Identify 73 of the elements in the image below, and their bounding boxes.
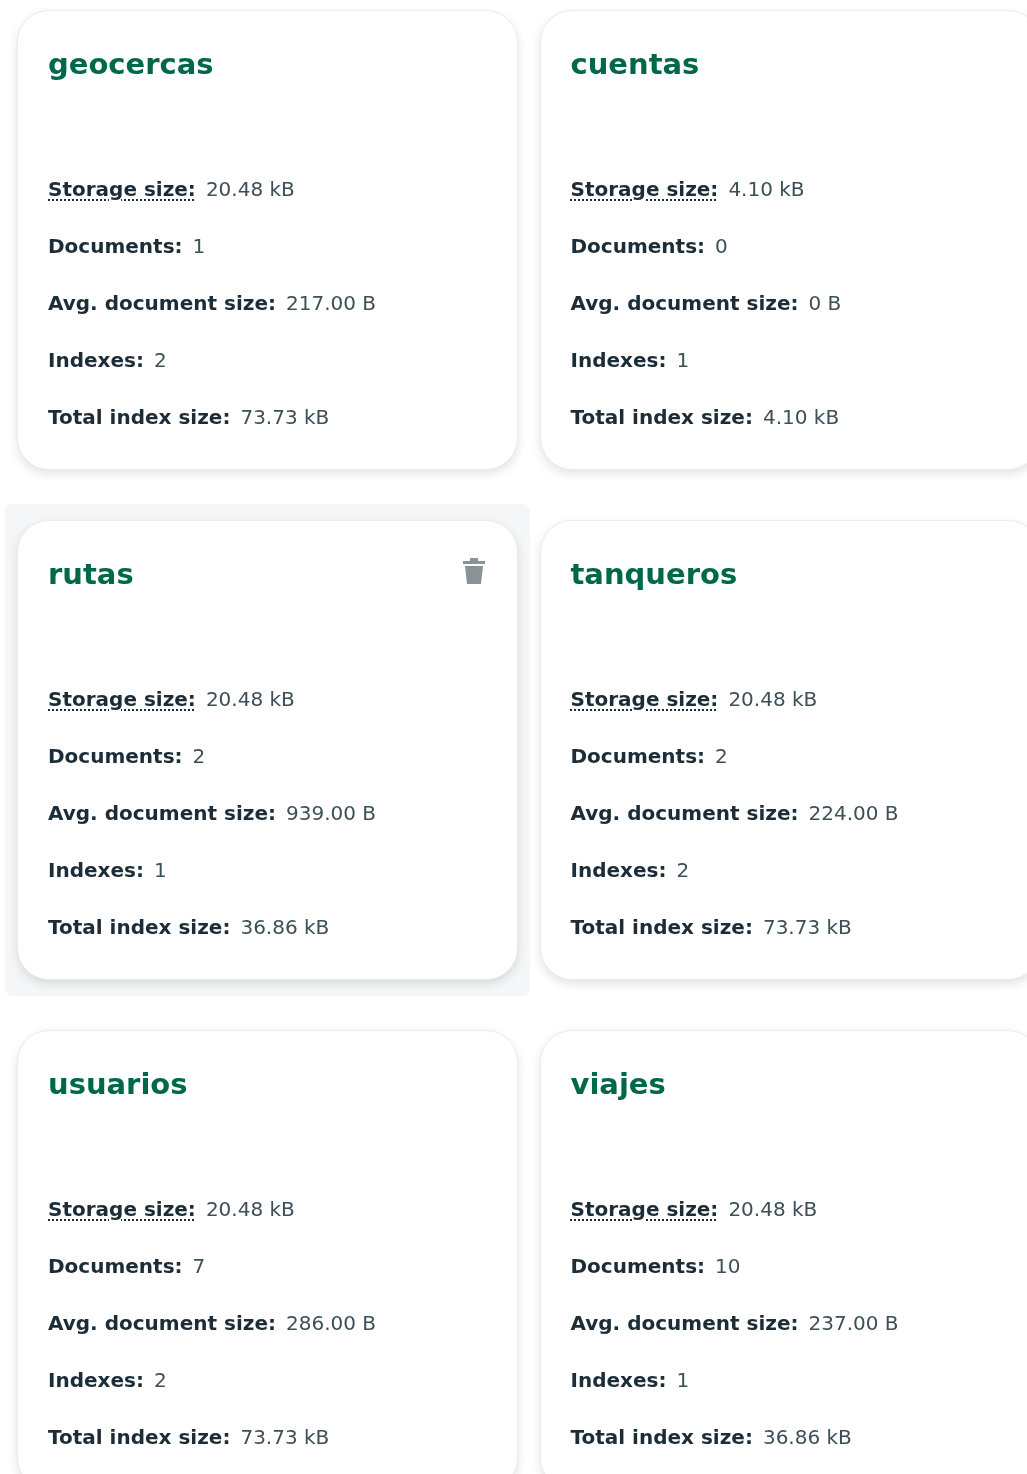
stat-value: 2 [192,743,206,768]
stat-value: 7 [192,1253,206,1278]
stat-value: 36.86 kB [762,1424,852,1449]
stat-value: 1 [153,857,167,882]
stat-label: Indexes: [48,857,144,882]
stat-label: Documents: [48,743,183,768]
stat-value: 1 [192,233,206,258]
stat-label: Total index size: [48,914,231,939]
stat-label: Documents: [48,233,183,258]
stat-value: 20.48 kB [205,176,295,201]
stat-label: Storage size: [570,1196,719,1221]
collection-name[interactable]: tanqueros [570,557,738,592]
stat-value: 0 B [808,290,842,315]
stat-label: Storage size: [48,686,196,711]
stat-label: Indexes: [48,1367,144,1392]
collection-name[interactable]: usuarios [48,1067,188,1102]
stat-value: 73.73 kB [762,914,852,939]
stat-label: Storage size: [570,176,719,201]
stat-label: Avg. document size: [570,290,799,315]
stat-label: Documents: [570,1253,706,1278]
stat-label: Indexes: [570,857,667,882]
stat-value: 20.48 kB [205,686,295,711]
stat-value: 4.10 kB [762,404,840,429]
stat-value: 286.00 B [285,1310,377,1335]
stat-value: 20.48 kB [205,1196,295,1221]
stat-value: 2 [153,347,167,372]
stat-label: Indexes: [48,347,144,372]
stat-label: Avg. document size: [48,800,276,825]
stat-value: 10 [715,1253,741,1278]
collection-name[interactable]: rutas [48,557,134,592]
stat-value: 20.48 kB [728,1196,818,1221]
collection-name[interactable]: geocercas [48,47,214,82]
stat-label: Avg. document size: [570,800,799,825]
trash-icon[interactable] [460,557,487,585]
collection-name[interactable]: cuentas [570,47,700,82]
collection-card[interactable]: viajes Storage size: 20.48 kB Documents: 10 Avg. document size: 237.00 B Indexes: 1 Total index size: 36.86 kB [539,1030,1027,1474]
stat-value: 224.00 B [808,800,899,825]
stat-value: 73.73 kB [240,1424,330,1449]
stat-label: Avg. document size: [48,1310,276,1335]
stat-label: Storage size: [48,1196,196,1221]
stat-label: Total index size: [48,1424,231,1449]
stat-value: 939.00 B [285,800,377,825]
stat-value: 2 [715,743,728,768]
stat-label: Total index size: [48,404,231,429]
stat-value: 2 [153,1367,167,1392]
stat-label: Total index size: [570,1424,753,1449]
collection-card[interactable]: geocercas Storage size: 20.48 kB Documents: 1 Avg. document size: 217.00 B Indexes: 2 Total index size: 73.73 kB [17,10,518,470]
stat-label: Avg. document size: [570,1310,799,1335]
stat-value: 4.10 kB [728,176,805,201]
stat-value: 1 [676,1367,690,1392]
stat-label: Documents: [570,233,706,258]
collection-card[interactable]: tanqueros Storage size: 20.48 kB Documents: 2 Avg. document size: 224.00 B Indexes: 2 Total index size: 73.73 kB [539,520,1027,980]
stat-label: Total index size: [570,404,753,429]
stat-label: Documents: [570,743,706,768]
stat-value: 36.86 kB [240,914,330,939]
stat-value: 20.48 kB [728,686,818,711]
stat-label: Storage size: [48,176,196,201]
stat-value: 73.73 kB [240,404,330,429]
stat-label: Total index size: [570,914,753,939]
collection-name[interactable]: viajes [570,1067,666,1102]
stat-label: Avg. document size: [48,290,276,315]
collection-card[interactable]: usuarios Storage size: 20.48 kB Documents: 7 Avg. document size: 286.00 B Indexes: 2 Total index size: 73.73 kB [17,1030,518,1474]
stat-value: 217.00 B [285,290,377,315]
collection-card[interactable]: rutas Storage size: 20.48 kB Documents: 2 Avg. document size: 939.00 B Indexes: 1 Total index size: 36.86 kB [17,520,518,980]
stat-label: Indexes: [570,1367,667,1392]
stat-value: 0 [715,233,728,258]
stat-label: Documents: [48,1253,183,1278]
stat-label: Indexes: [570,347,667,372]
stat-value: 2 [676,857,690,882]
stat-label: Storage size: [570,686,719,711]
stat-value: 237.00 B [808,1310,899,1335]
collection-card[interactable]: cuentas Storage size: 4.10 kB Documents: 0 Avg. document size: 0 B Indexes: 1 Total index size: 4.10 kB [539,10,1027,470]
stat-value: 1 [676,347,690,372]
